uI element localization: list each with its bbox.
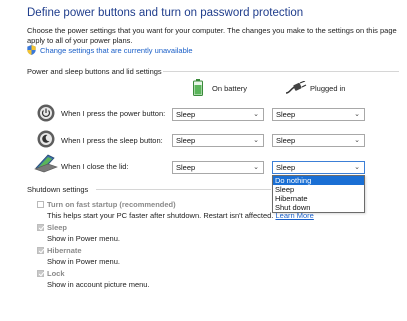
chevron-down-icon: ⌄ [354,164,360,171]
power-button-plugged-select[interactable]: Sleep ⌄ [272,108,365,121]
power-section-label: Power and sleep buttons and lid settings [27,67,162,76]
col-plugged-in: Plugged in [310,84,346,93]
select-value: Sleep [176,163,196,172]
hibernate-option-title: Hibernate [47,246,82,255]
dropdown-option-sleep[interactable]: Sleep [273,185,364,194]
power-button-battery-select[interactable]: Sleep ⌄ [172,108,264,121]
section-divider [96,189,271,190]
chevron-down-icon: ⌄ [253,137,259,144]
fast-startup-title: Turn on fast startup (recommended) [47,200,176,209]
sleep-option-title: Sleep [47,223,68,232]
select-value: Sleep [276,110,296,119]
shield-icon [27,45,36,55]
col-on-battery: On battery [212,84,248,93]
fast-startup-desc: This helps start your PC faster after sh… [47,211,314,220]
close-lid-plugged-dropdown: Do nothing Sleep Hibernate Shut down [272,175,365,213]
chevron-down-icon: ⌄ [354,137,360,144]
power-button-icon [37,104,55,122]
battery-icon [193,79,203,96]
hibernate-checkbox[interactable] [37,247,44,254]
plug-icon [285,81,307,94]
chevron-down-icon: ⌄ [253,111,259,118]
sleep-button-battery-select[interactable]: Sleep ⌄ [172,134,264,147]
sleep-button-label: When I press the sleep button: [61,136,163,145]
laptop-lid-icon [34,154,58,173]
close-lid-battery-select[interactable]: Sleep ⌄ [172,161,264,174]
lock-option-desc: Show in account picture menu. [47,280,150,289]
lock-option-title: Lock [47,269,65,278]
dropdown-option-do-nothing[interactable]: Do nothing [273,176,364,185]
sleep-button-icon [37,130,55,148]
page-title: Define power buttons and turn on passwor… [27,7,304,19]
fast-startup-checkbox[interactable] [37,201,44,208]
learn-more-link[interactable]: Learn More [276,211,314,220]
sleep-checkbox[interactable] [37,224,44,231]
sleep-button-plugged-select[interactable]: Sleep ⌄ [272,134,365,147]
fast-startup-desc-text: This helps start your PC faster after sh… [47,211,274,220]
shutdown-section-label: Shutdown settings [27,185,89,194]
change-settings-link[interactable]: Change settings that are currently unava… [40,46,193,55]
close-lid-plugged-select[interactable]: Sleep ⌄ [272,161,365,174]
select-value: Sleep [176,136,196,145]
lock-checkbox[interactable] [37,270,44,277]
select-value: Sleep [176,110,196,119]
power-button-label: When I press the power button: [61,109,166,118]
select-value: Sleep [276,136,296,145]
page-description: Choose the power settings that you want … [27,26,397,45]
sleep-option-desc: Show in Power menu. [47,234,120,243]
chevron-down-icon: ⌄ [354,111,360,118]
section-divider [163,71,399,72]
select-value: Sleep [276,163,296,172]
close-lid-label: When I close the lid: [61,162,129,171]
dropdown-option-hibernate[interactable]: Hibernate [273,194,364,203]
chevron-down-icon: ⌄ [253,164,259,171]
hibernate-option-desc: Show in Power menu. [47,257,120,266]
